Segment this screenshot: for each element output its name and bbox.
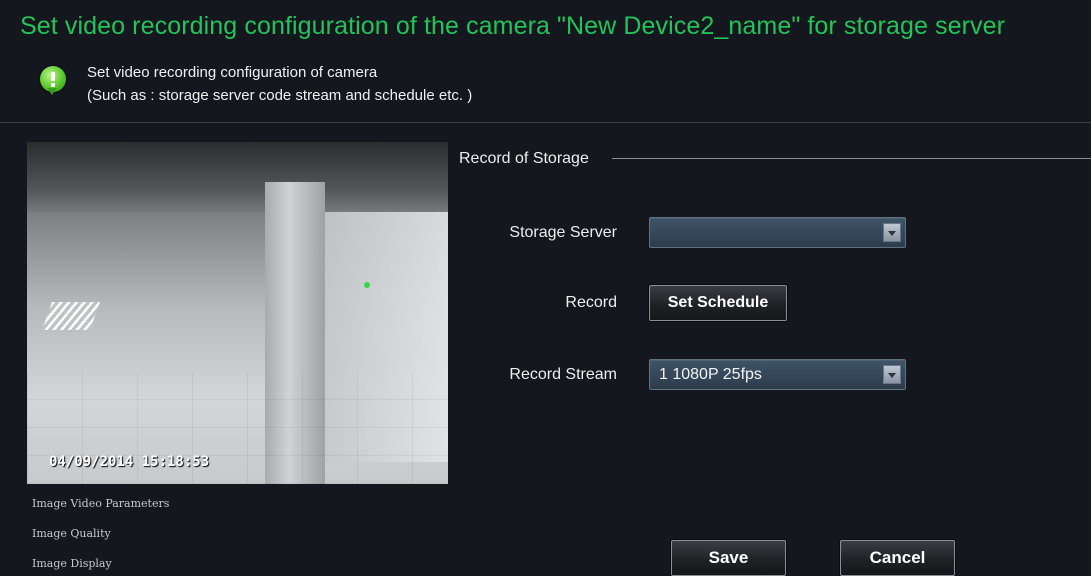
- camera-preview: 04/09/2014 15:18:53: [27, 142, 448, 484]
- cancel-button[interactable]: Cancel: [840, 540, 955, 576]
- record-label: Record: [565, 294, 617, 311]
- header-divider: [0, 122, 1091, 123]
- link-image-display[interactable]: Image Display: [32, 557, 112, 570]
- chevron-down-icon[interactable]: [883, 223, 901, 242]
- record-stream-select[interactable]: 1 1080P 25fps: [649, 359, 906, 390]
- chevron-down-icon[interactable]: [883, 365, 901, 384]
- save-button[interactable]: Save: [671, 540, 786, 576]
- page-title: Set video recording configuration of the…: [20, 12, 1006, 40]
- group-title: Record of Storage: [459, 150, 589, 167]
- info-bubble-icon: [40, 66, 66, 95]
- preview-ceiling-lights: [41, 302, 101, 330]
- link-image-quality[interactable]: Image Quality: [32, 527, 111, 540]
- group-divider: [612, 158, 1091, 159]
- link-image-video-parameters[interactable]: Image Video Parameters: [32, 497, 169, 510]
- description-line-2: (Such as : storage server code stream an…: [87, 87, 473, 104]
- preview-ceiling: [27, 142, 448, 212]
- preview-indicator-light: [364, 282, 370, 288]
- record-stream-value: 1 1080P 25fps: [659, 366, 762, 383]
- set-schedule-button[interactable]: Set Schedule: [649, 285, 787, 321]
- storage-server-label: Storage Server: [509, 224, 617, 241]
- preview-timestamp: 04/09/2014 15:18:53: [49, 454, 210, 470]
- description-line-1: Set video recording configuration of cam…: [87, 64, 378, 81]
- record-stream-label: Record Stream: [509, 366, 617, 383]
- storage-server-select[interactable]: [649, 217, 906, 248]
